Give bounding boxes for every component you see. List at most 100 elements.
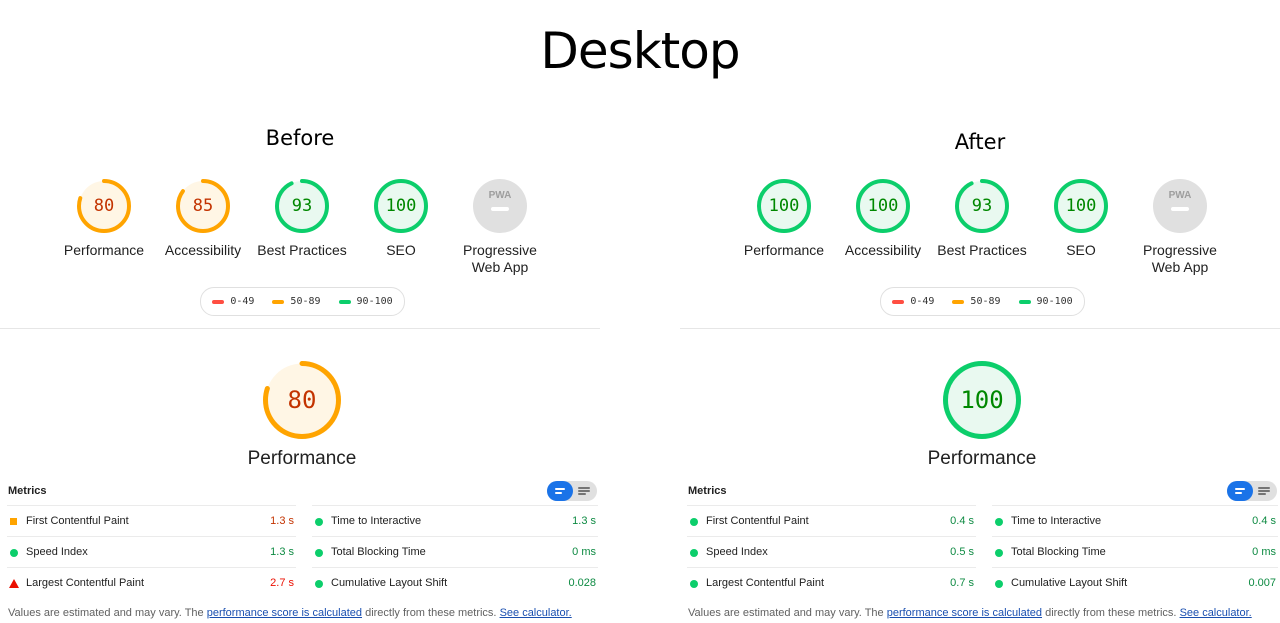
category-gauges: 80 Performance 85 Accessibility 93 Best Pra… (0, 178, 600, 288)
gauge-score: 100 (386, 196, 417, 216)
metrics-title: Metrics (8, 485, 47, 497)
pass-status-icon (995, 549, 1003, 557)
gauge-score: 100 (960, 386, 1003, 414)
metric-name: Cumulative Layout Shift (331, 577, 448, 589)
after-panel: After 100 Performance 100 Accessibility 93… (680, 0, 1280, 623)
metrics-view-toggle[interactable] (1227, 481, 1277, 501)
divider (680, 328, 1280, 329)
metric-name: Time to Interactive (331, 515, 422, 527)
metric-row: Cumulative Layout Shift 0.007 (992, 567, 1278, 598)
gauge-score: 80 (94, 196, 114, 216)
metric-name: Speed Index (26, 546, 88, 558)
legend-label: 0-49 (230, 296, 255, 307)
legend-item-average: 50-89 (272, 296, 321, 307)
score-calculation-link[interactable]: performance score is calculated (207, 607, 362, 619)
performance-gauge: 100 (942, 360, 1022, 440)
pwa-dash-icon (1171, 207, 1189, 211)
metrics-column-right: Time to Interactive 1.3 s Total Blocking T… (312, 505, 598, 598)
legend-item-pass: 90-100 (338, 296, 393, 307)
pwa-badge-text: PWA (1169, 190, 1192, 201)
legend-label: 90-100 (356, 296, 393, 307)
metric-name: First Contentful Paint (706, 515, 809, 527)
pass-range-icon (338, 299, 351, 304)
legend-label: 0-49 (910, 296, 935, 307)
pass-status-icon (690, 580, 698, 588)
metric-row: Speed Index 0.5 s (687, 536, 976, 567)
panel-heading: After (954, 130, 1006, 154)
performance-label: Performance (927, 448, 1037, 469)
metric-name: Largest Contentful Paint (26, 577, 145, 589)
expanded-view-icon[interactable] (1253, 481, 1277, 501)
metric-value: 0 ms (1252, 546, 1276, 558)
footnote: Values are estimated and may vary. The p… (688, 607, 1252, 619)
fail-range-icon (892, 299, 905, 304)
score-legend: 0-49 50-89 90-100 (880, 287, 1085, 316)
score-legend: 0-49 50-89 90-100 (200, 287, 405, 316)
metrics-title: Metrics (688, 485, 727, 497)
metrics-view-toggle[interactable] (547, 481, 597, 501)
metric-value: 0.4 s (1252, 515, 1276, 527)
metric-value: 0.5 s (950, 546, 974, 558)
legend-label: 90-100 (1036, 296, 1073, 307)
before-panel: Before 80 Performance 85 Accessibility 93 B… (0, 0, 600, 623)
metrics-column-left: First Contentful Paint 1.3 s Speed Index 1.… (7, 505, 296, 598)
score-calculation-link[interactable]: performance score is calculated (887, 607, 1042, 619)
pass-status-icon (995, 518, 1003, 526)
footnote: Values are estimated and may vary. The p… (8, 607, 572, 619)
metric-value: 0.7 s (950, 577, 974, 589)
expanded-view-icon[interactable] (573, 481, 597, 501)
pass-status-icon (315, 580, 323, 588)
metric-value: 1.3 s (270, 515, 294, 527)
gauge-label: Progressive Web App (1143, 242, 1217, 275)
metric-row: Time to Interactive 0.4 s (992, 505, 1278, 536)
pass-range-icon (1018, 299, 1031, 304)
gauge-score: 93 (292, 196, 312, 216)
see-calculator-link[interactable]: See calculator. (1180, 607, 1252, 619)
metric-row: Time to Interactive 1.3 s (312, 505, 598, 536)
legend-item-fail: 0-49 (892, 296, 934, 307)
fail-range-icon (212, 299, 225, 304)
performance-gauge: 80 (262, 360, 342, 440)
metric-row: Speed Index 1.3 s (7, 536, 296, 567)
metric-name: Cumulative Layout Shift (1011, 577, 1128, 589)
metric-row: First Contentful Paint 1.3 s (7, 505, 296, 536)
performance-label: Performance (247, 448, 357, 469)
pass-status-icon (995, 580, 1003, 588)
metric-name: First Contentful Paint (26, 515, 129, 527)
metric-value: 0.4 s (950, 515, 974, 527)
metric-row: Largest Contentful Paint 0.7 s (687, 567, 976, 598)
metric-value: 0.007 (1248, 577, 1276, 589)
divider (0, 328, 600, 329)
metric-name: Speed Index (706, 546, 768, 558)
legend-label: 50-89 (290, 296, 321, 307)
pass-status-icon (315, 549, 323, 557)
gauge-pwa[interactable]: PWA Progressive Web App (440, 178, 560, 276)
pass-status-icon (315, 518, 323, 526)
gauge-score: 80 (288, 386, 317, 414)
pass-status-icon (10, 549, 18, 557)
pwa-badge-text: PWA (489, 190, 512, 201)
see-calculator-link[interactable]: See calculator. (500, 607, 572, 619)
metric-value: 0 ms (572, 546, 596, 558)
footnote-text: Values are estimated and may vary. The (8, 607, 207, 619)
gauge-score: 93 (972, 196, 992, 216)
metric-value: 1.3 s (270, 546, 294, 558)
legend-item-average: 50-89 (952, 296, 1001, 307)
metric-name: Total Blocking Time (1011, 546, 1106, 558)
pass-status-icon (690, 518, 698, 526)
metric-row: Largest Contentful Paint 2.7 s (7, 567, 296, 598)
average-range-icon (272, 299, 285, 304)
legend-label: 50-89 (970, 296, 1001, 307)
gauge-label: Progressive Web App (463, 242, 537, 275)
fail-status-icon (9, 579, 19, 588)
metric-value: 1.3 s (572, 515, 596, 527)
gauge-score: 100 (868, 196, 899, 216)
footnote-text: directly from these metrics. (362, 607, 500, 619)
average-range-icon (952, 299, 965, 304)
metric-row: First Contentful Paint 0.4 s (687, 505, 976, 536)
gauge-pwa[interactable]: PWA Progressive Web App (1120, 178, 1240, 276)
compact-view-icon[interactable] (1227, 481, 1253, 501)
pass-status-icon (690, 549, 698, 557)
compact-view-icon[interactable] (547, 481, 573, 501)
metric-value: 0.028 (568, 577, 596, 589)
